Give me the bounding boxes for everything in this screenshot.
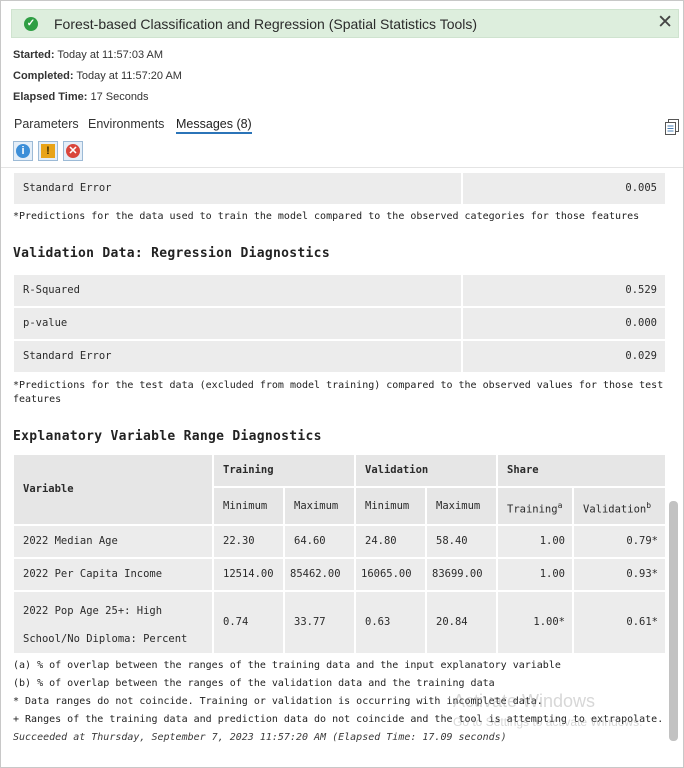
variable-cell-line2: School/No Diploma: Percent bbox=[23, 633, 188, 645]
validation-footnote-line2: features bbox=[13, 394, 62, 405]
status-header: ✓ Forest-based Classification and Regres… bbox=[11, 9, 679, 38]
copy-messages-icon[interactable] bbox=[665, 119, 679, 135]
row-value: 0.529 bbox=[625, 284, 657, 296]
row-label: Standard Error bbox=[23, 182, 112, 194]
close-icon[interactable]: ✕ bbox=[657, 11, 673, 34]
share-validation-cell: 0.79* bbox=[626, 535, 658, 547]
error-icon: ✕ bbox=[66, 144, 80, 158]
validation-min-cell: 16065.00 bbox=[361, 568, 412, 580]
row-value-cell: 0.005 bbox=[463, 173, 665, 204]
training-max-cell: 64.60 bbox=[294, 535, 326, 547]
training-min-cell: 12514.00 bbox=[223, 568, 274, 580]
range-note-b: (b) % of overlap between the ranges of t… bbox=[13, 678, 495, 689]
row-value: 0.000 bbox=[625, 317, 657, 329]
messages-panel: Standard Error 0.005 *Predictions for th… bbox=[1, 168, 683, 766]
training-minimum-header: Minimum bbox=[223, 500, 268, 512]
training-min-cell: 0.74 bbox=[223, 616, 249, 628]
tab-messages[interactable]: Messages (8) bbox=[176, 117, 252, 134]
variable-header-cell: Variable bbox=[14, 455, 212, 524]
training-maximum-header: Maximum bbox=[294, 500, 339, 512]
row-value: 0.029 bbox=[625, 350, 657, 362]
vertical-scrollbar[interactable] bbox=[669, 501, 678, 741]
row-label-cell: Standard Error bbox=[14, 173, 461, 204]
share-training-header: Traininga bbox=[507, 501, 563, 516]
share-validation-cell: 0.61* bbox=[626, 616, 658, 628]
training-group-header-cell: Training bbox=[214, 455, 354, 486]
tab-environments[interactable]: Environments bbox=[88, 117, 164, 131]
completed-value: Today at 11:57:20 AM bbox=[76, 70, 182, 82]
elapsed-label: Elapsed Time: bbox=[13, 91, 88, 103]
share-training-cell: 1.00 bbox=[539, 568, 565, 580]
started-row: Started: Today at 11:57:03 AM bbox=[13, 49, 163, 61]
share-group-header: Share bbox=[507, 464, 539, 476]
elapsed-row: Elapsed Time: 17 Seconds bbox=[13, 91, 149, 103]
r-squared-row: R-Squared 0.529 bbox=[14, 275, 665, 306]
filter-warning-button[interactable]: ! bbox=[38, 141, 58, 161]
validation-maximum-header: Maximum bbox=[436, 500, 481, 512]
validation-min-cell: 0.63 bbox=[365, 616, 391, 628]
geoprocessing-result-window: ✓ Forest-based Classification and Regres… bbox=[0, 0, 684, 768]
validation-minimum-header: Minimum bbox=[365, 500, 410, 512]
filter-info-button[interactable]: i bbox=[13, 141, 33, 161]
row-label: R-Squared bbox=[23, 284, 80, 296]
share-training-cell: 1.00* bbox=[533, 616, 565, 628]
training-standard-error-row: Standard Error 0.005 bbox=[14, 173, 665, 204]
tool-title: Forest-based Classification and Regressi… bbox=[54, 16, 478, 32]
row-label: Standard Error bbox=[23, 350, 112, 362]
training-footnote: *Predictions for the data used to train … bbox=[13, 211, 640, 222]
share-group-header-cell: Share bbox=[498, 455, 665, 486]
variable-cell-line1: 2022 Pop Age 25+: High bbox=[23, 605, 163, 617]
success-check-icon: ✓ bbox=[24, 17, 38, 31]
activation-watermark-hint: Go to Settings to activate Windows. bbox=[453, 715, 643, 729]
share-training-cell: 1.00 bbox=[539, 535, 565, 547]
started-label: Started: bbox=[13, 49, 55, 61]
validation-max-cell: 58.40 bbox=[436, 535, 468, 547]
validation-footnote-line1: *Predictions for the test data (excluded… bbox=[13, 380, 664, 391]
share-validation-header: Validationb bbox=[583, 501, 652, 516]
training-min-cell: 22.30 bbox=[223, 535, 255, 547]
validation-max-cell: 20.84 bbox=[436, 616, 468, 628]
row-value: 0.005 bbox=[625, 182, 657, 194]
tab-parameters[interactable]: Parameters bbox=[14, 117, 79, 131]
info-icon: i bbox=[16, 144, 30, 158]
filter-error-button[interactable]: ✕ bbox=[63, 141, 83, 161]
activation-watermark: Activate Windows bbox=[453, 691, 596, 711]
elapsed-value: 17 Seconds bbox=[90, 91, 149, 103]
validation-min-cell: 24.80 bbox=[365, 535, 397, 547]
variable-cell: 2022 Median Age bbox=[23, 535, 118, 547]
training-group-header: Training bbox=[223, 464, 274, 476]
validation-group-header: Validation bbox=[365, 464, 429, 476]
range-diagnostics-table: Variable Training Validation Share Minim… bbox=[14, 455, 665, 653]
training-max-cell: 33.77 bbox=[294, 616, 326, 628]
validation-group-header-cell: Validation bbox=[356, 455, 496, 486]
started-value: Today at 11:57:03 AM bbox=[57, 49, 164, 61]
training-max-cell: 85462.00 bbox=[290, 568, 341, 580]
validation-max-cell: 83699.00 bbox=[432, 568, 483, 580]
row-label: p-value bbox=[23, 317, 68, 329]
p-value-row: p-value 0.000 bbox=[14, 308, 665, 339]
validation-section-title: Validation Data: Regression Diagnostics bbox=[13, 246, 330, 261]
validation-standard-error-row: Standard Error 0.029 bbox=[14, 341, 665, 372]
completed-row: Completed: Today at 11:57:20 AM bbox=[13, 70, 182, 82]
variable-header: Variable bbox=[23, 483, 74, 495]
range-section-title: Explanatory Variable Range Diagnostics bbox=[13, 429, 322, 444]
success-status-line: Succeeded at Thursday, September 7, 2023… bbox=[13, 732, 507, 743]
range-note-a: (a) % of overlap between the ranges of t… bbox=[13, 660, 561, 671]
variable-cell: 2022 Per Capita Income bbox=[23, 568, 163, 580]
warning-icon: ! bbox=[41, 144, 55, 158]
completed-label: Completed: bbox=[13, 70, 74, 82]
share-validation-cell: 0.93* bbox=[626, 568, 658, 580]
